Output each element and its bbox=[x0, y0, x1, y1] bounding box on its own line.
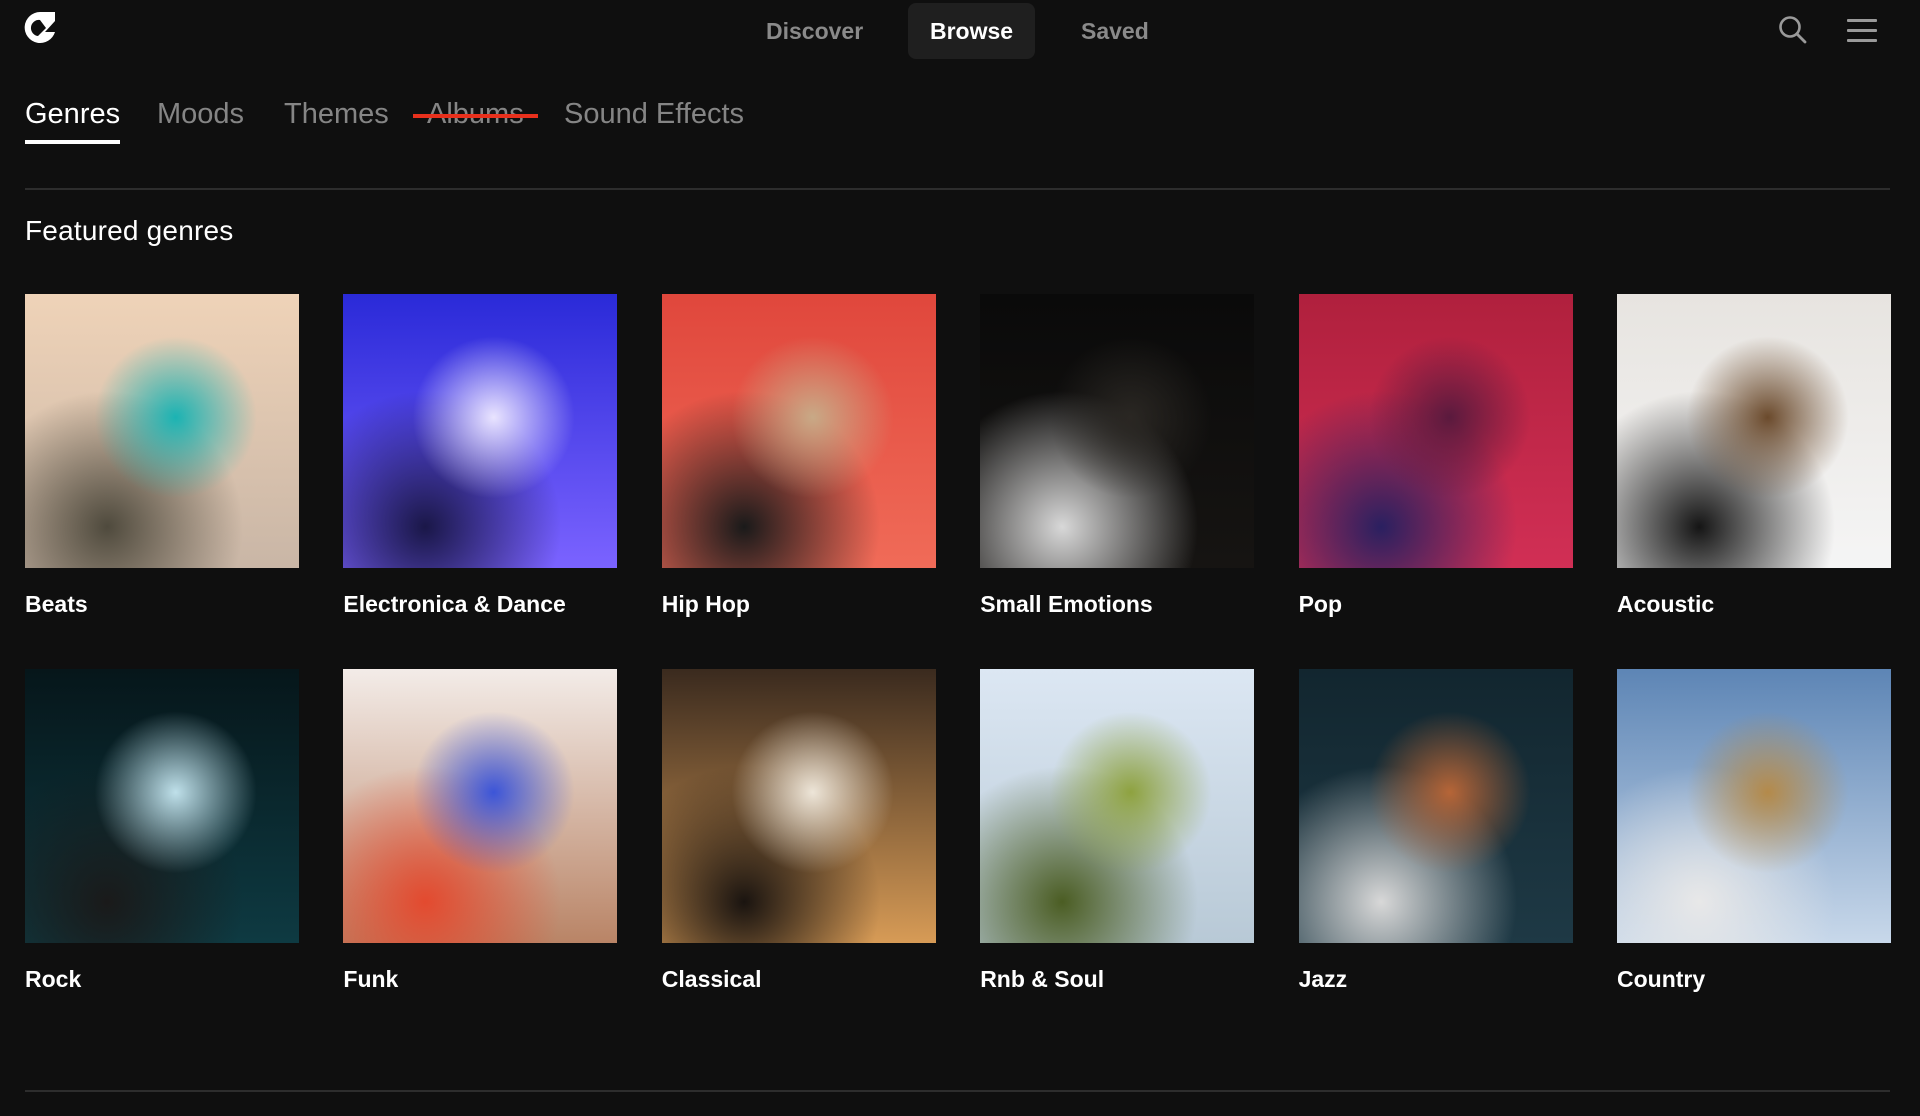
hamburger-menu-icon[interactable] bbox=[1846, 14, 1878, 46]
genre-card-jazz[interactable]: Jazz bbox=[1298, 669, 1573, 992]
genre-image[interactable] bbox=[343, 669, 618, 943]
genre-card-hip-hop[interactable]: Hip Hop bbox=[661, 294, 936, 617]
genre-card-beats[interactable]: Beats bbox=[25, 294, 299, 617]
search-icon[interactable] bbox=[1777, 14, 1809, 46]
tab-themes[interactable]: Themes bbox=[284, 92, 389, 136]
main-nav: Discover Browse Saved bbox=[0, 3, 1920, 59]
genre-label: Small Emotions bbox=[980, 591, 1153, 617]
genre-card-small-emotions[interactable]: Small Emotions bbox=[980, 294, 1255, 617]
genre-card-classical[interactable]: Classical bbox=[661, 669, 936, 992]
genre-image[interactable] bbox=[1298, 294, 1573, 568]
genre-label: Beats bbox=[25, 591, 88, 617]
tab-moods[interactable]: Moods bbox=[157, 92, 244, 136]
genre-label: Funk bbox=[343, 966, 399, 992]
genre-card-rock[interactable]: Rock bbox=[25, 669, 299, 992]
footer-divider bbox=[25, 1090, 1890, 1092]
genre-label: Electronica & Dance bbox=[343, 591, 566, 617]
active-tab-underline bbox=[25, 140, 121, 144]
genre-label: Acoustic bbox=[1617, 591, 1715, 617]
genre-label: Rnb & Soul bbox=[980, 966, 1105, 992]
genre-card-country[interactable]: Country bbox=[1617, 669, 1891, 992]
tab-label: Themes bbox=[284, 98, 389, 130]
tab-sound-effects[interactable]: Sound Effects bbox=[564, 92, 744, 136]
nav-browse[interactable]: Browse bbox=[908, 3, 1035, 59]
genre-card-acoustic[interactable]: Acoustic bbox=[1617, 294, 1891, 617]
genre-label: Pop bbox=[1298, 591, 1343, 617]
genre-image[interactable] bbox=[980, 294, 1255, 568]
top-bar: Discover Browse Saved bbox=[0, 0, 1920, 62]
section-title: Featured genres bbox=[25, 215, 234, 246]
genre-label: Country bbox=[1617, 966, 1706, 992]
genre-image[interactable] bbox=[980, 669, 1255, 943]
genre-image[interactable] bbox=[25, 294, 299, 568]
strikethrough-mark bbox=[413, 114, 538, 118]
genre-card-electronica-and-dance[interactable]: Electronica & Dance bbox=[343, 294, 618, 617]
genre-card-pop[interactable]: Pop bbox=[1298, 294, 1573, 617]
genre-image[interactable] bbox=[25, 669, 299, 943]
genre-label: Jazz bbox=[1298, 966, 1348, 992]
genre-card-rnb-and-soul[interactable]: Rnb & Soul bbox=[980, 669, 1255, 992]
genre-image[interactable] bbox=[343, 294, 618, 568]
tab-genres[interactable]: Genres bbox=[25, 92, 121, 144]
genre-image[interactable] bbox=[1617, 294, 1891, 568]
genre-image[interactable] bbox=[1298, 669, 1573, 943]
genre-image[interactable] bbox=[661, 294, 936, 568]
genre-label: Classical bbox=[661, 966, 762, 992]
genre-label: Rock bbox=[25, 966, 82, 992]
header-divider bbox=[25, 188, 1890, 190]
tab-label: Sound Effects bbox=[564, 98, 745, 130]
genre-image[interactable] bbox=[1617, 669, 1891, 943]
nav-discover[interactable]: Discover bbox=[743, 3, 886, 59]
tab-label: Moods bbox=[157, 98, 245, 130]
nav-saved[interactable]: Saved bbox=[1058, 3, 1172, 59]
genre-image[interactable] bbox=[661, 669, 936, 943]
tab-label: Genres bbox=[25, 98, 121, 130]
tab-albums[interactable]: Albums bbox=[413, 92, 538, 136]
genre-card-funk[interactable]: Funk bbox=[343, 669, 618, 992]
genre-label: Hip Hop bbox=[661, 591, 750, 617]
